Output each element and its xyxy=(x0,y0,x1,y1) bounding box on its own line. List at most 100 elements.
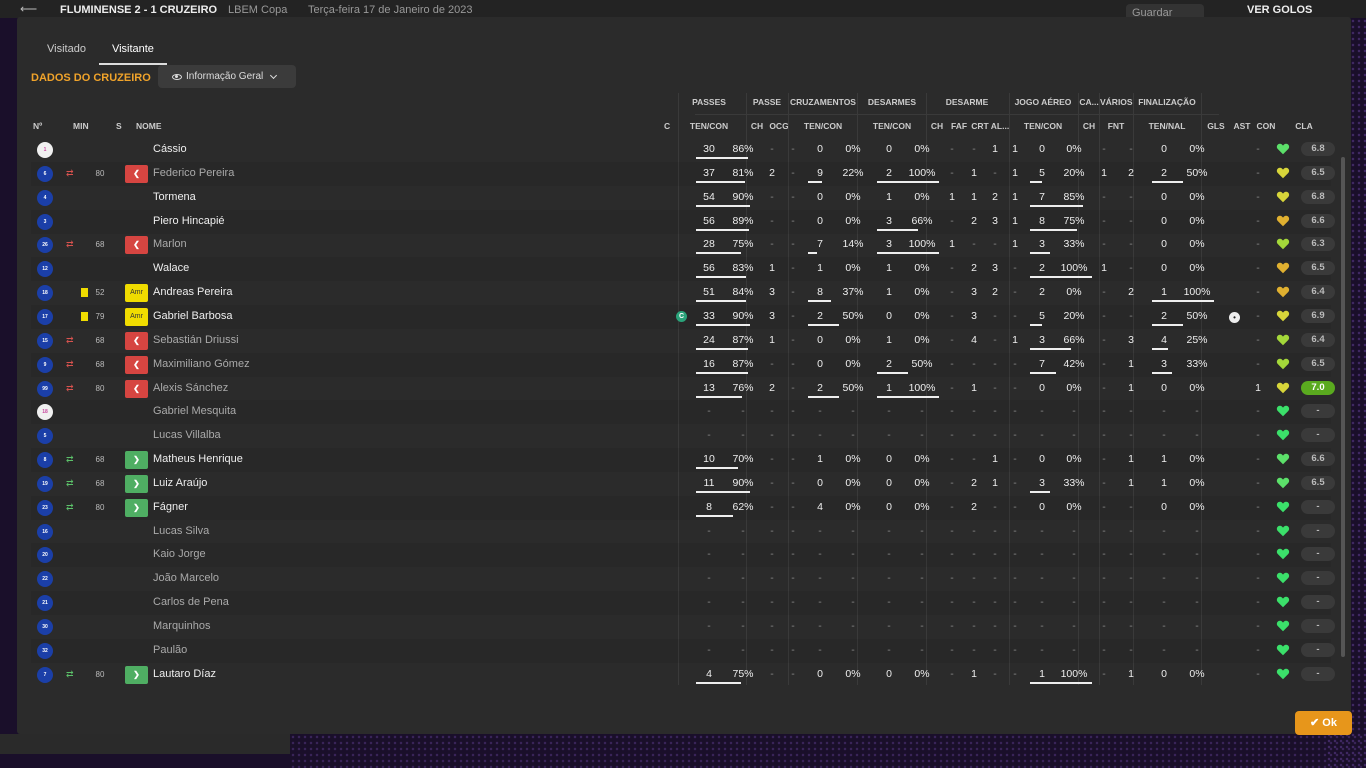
view-dropdown[interactable]: Informação Geral xyxy=(158,65,296,88)
player-name[interactable]: Fágner xyxy=(153,501,188,513)
view-goals-button[interactable]: VER GOLOS xyxy=(1247,4,1312,16)
col-status[interactable]: S xyxy=(116,121,122,131)
ok-button[interactable]: ✔ Ok xyxy=(1295,711,1352,735)
left-panel-edge xyxy=(0,734,290,754)
col-captain[interactable]: C xyxy=(664,121,670,131)
ca-ch: - xyxy=(1102,524,1106,537)
player-name[interactable]: Federico Pereira xyxy=(153,167,234,179)
fouls-received: - xyxy=(1129,620,1133,632)
player-name[interactable]: Maximiliano Gómez xyxy=(153,358,250,370)
table-row[interactable]: 18 52 Amr Andreas Pereira 51 84% 3 - 8 37% 1 0% - 3 2 -… xyxy=(31,281,1335,305)
table-row[interactable]: 5 Lucas Villalba - - - - - - - - - - - - - - - - - - - - xyxy=(31,424,1335,448)
player-name[interactable]: Cássio xyxy=(153,143,187,155)
table-row[interactable]: 19 ⇄ 68 ❯ Luiz Araújo 11 90% - -0 0% 0 0% -2 1-3 33% -1… xyxy=(31,472,1335,496)
col-minutes[interactable]: MIN xyxy=(73,121,89,131)
col-assists[interactable]: AST xyxy=(1231,121,1253,131)
col-des-al[interactable]: AL... xyxy=(990,121,1010,131)
passe-ch: - xyxy=(770,238,774,251)
player-rating: - xyxy=(1301,666,1335,681)
table-row[interactable]: 30 Marquinhos - - - - - - - - - - - - - - - - - - - - xyxy=(31,615,1335,639)
col-des-faf[interactable]: FAF xyxy=(949,121,969,131)
table-row[interactable]: 12 Walace 56 83% 1 - 1 0% 1 0% - 2 3 - 2 100% 1 - 0 0% - 6.5 xyxy=(31,257,1335,282)
col-name[interactable]: NOME xyxy=(136,121,162,131)
table-row[interactable]: 18 Gabriel Mesquita - - - - - - - - - - - - - - - - - - - - xyxy=(31,400,1335,425)
table-row[interactable]: 23 ⇄ 80 ❯ Fágner 8 62% - - 4 0% 0 0% - 2 - - 0 0% - - 0 0% - - xyxy=(31,495,1335,520)
headers-attempted: 3 xyxy=(1039,476,1045,489)
player-name[interactable]: Sebastián Driussi xyxy=(153,334,239,346)
col-condition[interactable]: CON xyxy=(1255,121,1277,131)
player-name[interactable]: João Marcelo xyxy=(153,572,219,584)
table-row[interactable]: 7 ⇄ 80 ❯ Lautaro Díaz 4 75% - -0 0% 0 0% -1- -1 100% -1… xyxy=(31,663,1335,687)
crosses-pct: - xyxy=(851,620,855,632)
player-name[interactable]: Alexis Sánchez xyxy=(153,382,228,394)
passe-ocg: - xyxy=(791,667,795,680)
table-row[interactable]: 16 Lucas Silva - - - - - - - - - - - - - - - - - - - - xyxy=(31,520,1335,544)
player-name[interactable]: Gabriel Mesquita xyxy=(153,405,236,417)
player-name[interactable]: Tormena xyxy=(153,191,196,203)
col-des-ten-con[interactable]: TEN/CON xyxy=(859,121,925,131)
col-aereo-ten-con[interactable]: TEN/CON xyxy=(1010,121,1076,131)
table-row[interactable]: 32 Paulão - - - - - - - - - - - - - - - - - - - - xyxy=(31,638,1335,663)
competition-name: LBEM Copa xyxy=(228,4,288,16)
headers-pct: 20% xyxy=(1063,166,1085,179)
table-row[interactable]: 26 ⇄ 68 ❮ Marlon 28 75% - - 7 14% 3 100% 1 - - 1 3 33% - - 0 0… xyxy=(31,233,1335,257)
player-name[interactable]: Piero Hincapié xyxy=(153,215,225,227)
table-row[interactable]: 15 ⇄ 68 ❮ Sebastián Driussi 24 87% 1 - 0 0% 1 0% - 4 - 1… xyxy=(31,329,1335,353)
col-cruz-ten-con[interactable]: TEN/CON xyxy=(789,121,857,131)
passe-ch: - xyxy=(770,476,774,489)
player-name[interactable]: Matheus Henrique xyxy=(153,453,243,465)
player-name[interactable]: Gabriel Barbosa xyxy=(153,310,233,322)
player-name[interactable]: Walace xyxy=(153,262,189,274)
col-ca-ch[interactable]: CH xyxy=(1079,121,1099,131)
condition-heart-icon xyxy=(1276,381,1290,395)
player-name[interactable]: Marquinhos xyxy=(153,620,210,632)
headers-attempted: - xyxy=(1040,643,1044,656)
table-row[interactable]: 21 Carlos de Pena - - - - - - - - - - - - - - - - - - - - xyxy=(31,591,1335,616)
table-row[interactable]: 8 ⇄ 68 ❯ Matheus Henrique 10 70% - - 1 0% 0 0% - - 1 - 0 0… xyxy=(31,448,1335,473)
headers-attempted: 3 xyxy=(1039,333,1045,346)
headers-pct: 20% xyxy=(1063,309,1085,322)
tab-away[interactable]: Visitante xyxy=(98,41,167,65)
headers-pct: - xyxy=(1072,548,1076,561)
player-name[interactable]: Luiz Araújo xyxy=(153,477,207,489)
back-arrow-icon[interactable]: ⟵ xyxy=(20,2,37,16)
table-row[interactable]: 17 79 Amr Gabriel Barbosa C 33 90% 3 - 2 50% 0 0% - 3 -… xyxy=(31,304,1335,329)
player-name[interactable]: Lautaro Díaz xyxy=(153,668,216,680)
ca-ch: 1 xyxy=(1101,166,1107,179)
table-row[interactable]: 20 Kaio Jorge - - - - - - - - - - - - - - - - - - - - xyxy=(31,543,1335,568)
shirt-number: 6 xyxy=(37,165,53,182)
tackle-ch: - xyxy=(950,143,954,155)
col-passes-ten-con[interactable]: TEN/CON xyxy=(678,121,740,131)
table-row[interactable]: 22 João Marcelo - - - - - - - - - - - - - - - - - - - - xyxy=(31,567,1335,591)
table-row[interactable]: 6 ⇄ 80 ❮ Federico Pereira 37 81% 2 - 9 22% 2 100% - 1 -… xyxy=(31,161,1335,186)
player-name[interactable]: Lucas Silva xyxy=(153,525,209,537)
table-row[interactable]: 3 Piero Hincapié 56 89% - - 0 0% 3 66% - 2 3 1 8 75% - - 0… xyxy=(31,209,1335,234)
col-goals[interactable]: GLS xyxy=(1201,121,1231,131)
passe-ocg: - xyxy=(791,309,795,322)
headers-pct: 75% xyxy=(1063,214,1085,227)
col-ten-nal[interactable]: TEN/NAL xyxy=(1135,121,1199,131)
col-fnt[interactable]: FNT xyxy=(1100,121,1132,131)
table-row[interactable]: 99 ⇄ 80 ❮ Alexis Sánchez 13 76% 2-2 50% 1 100% -1- -… xyxy=(31,377,1335,401)
col-number[interactable]: Nº xyxy=(33,121,42,131)
col-des-crt[interactable]: CRT xyxy=(970,121,990,131)
table-row[interactable]: 4 Tormena 54 90% - - 0 0% 1 0% 1 1 2 1 7 85% - - 0 0% - 6.8 xyxy=(31,186,1335,210)
col-des-ch[interactable]: CH xyxy=(927,121,947,131)
player-name[interactable]: Andreas Pereira xyxy=(153,286,233,298)
player-name[interactable]: Paulão xyxy=(153,644,187,656)
crosses-pct: - xyxy=(851,596,855,609)
col-rating[interactable]: CLA xyxy=(1287,121,1321,131)
player-name[interactable]: Carlos de Pena xyxy=(153,596,229,608)
tab-home[interactable]: Visitado xyxy=(34,41,99,65)
save-game-button[interactable]: Guardar Jogo xyxy=(1126,4,1204,18)
col-passe-ch[interactable]: CH xyxy=(747,121,767,131)
scrollbar[interactable] xyxy=(1341,157,1345,657)
headers-pct: - xyxy=(1072,429,1076,442)
passes-bar xyxy=(696,180,745,183)
player-name[interactable]: Marlon xyxy=(153,238,187,250)
player-name[interactable]: Kaio Jorge xyxy=(153,548,206,560)
col-passe-ocg[interactable]: OCG xyxy=(768,121,790,131)
table-row[interactable]: 9 ⇄ 68 ❮ Maximiliano Gómez 16 87% - - 0 0% 2 50% - - - -… xyxy=(31,352,1335,377)
table-row[interactable]: 1 Cássio 30 86% - - 0 0% 0 0% - - 1 1 0 0% - - 0 0% - 6.8 xyxy=(31,138,1335,162)
player-name[interactable]: Lucas Villalba xyxy=(153,429,221,441)
